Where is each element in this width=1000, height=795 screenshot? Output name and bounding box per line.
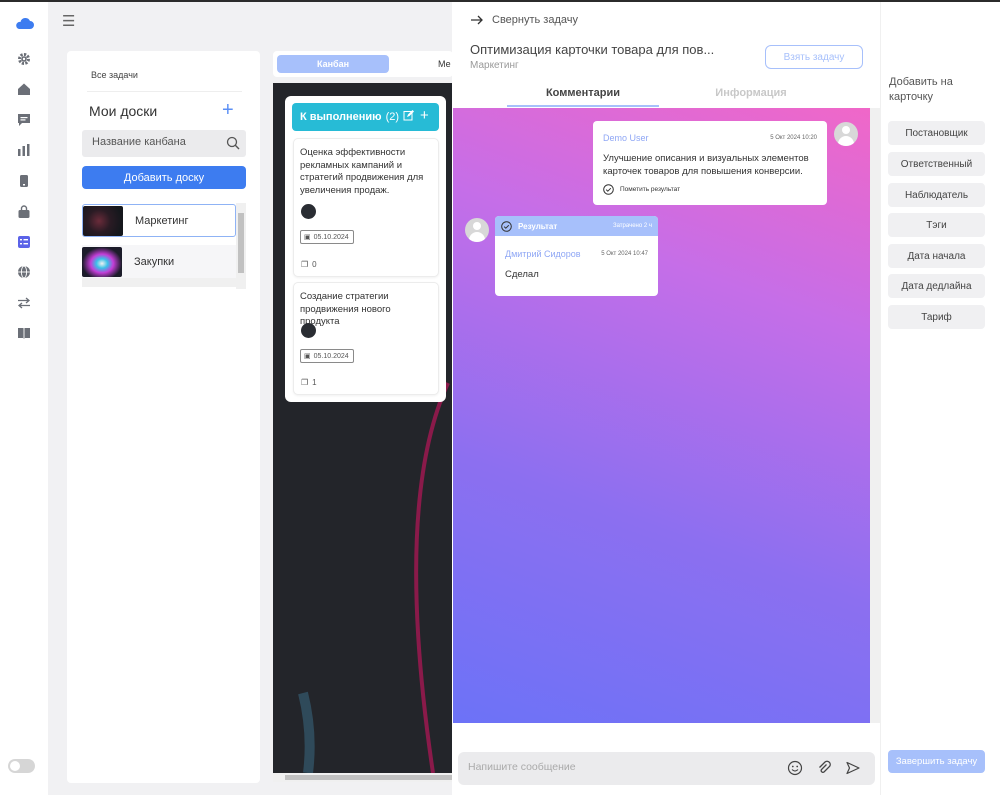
message-input[interactable]	[468, 761, 768, 773]
task-card[interactable]: Создание стратегии продвижения нового пр…	[293, 282, 439, 395]
board-item-label: Маркетинг	[135, 214, 189, 227]
card-date-text: 05.10.2024	[313, 233, 349, 241]
phone-icon[interactable]	[16, 173, 32, 189]
board-item-purchases[interactable]: Закупки	[82, 245, 236, 278]
time-spent: Затрачено 2 ч	[612, 223, 652, 229]
theme-toggle[interactable]	[8, 759, 35, 773]
card-comments: ❐ 0	[301, 260, 317, 269]
chart-icon[interactable]	[16, 142, 32, 158]
message-author: Demo User	[603, 133, 649, 143]
tab-info[interactable]: Информация	[675, 87, 827, 99]
icon-sidebar	[0, 2, 48, 795]
tab-other[interactable]: Ме	[438, 59, 451, 69]
result-label: Результат	[518, 221, 558, 231]
comment-message: Demo User 5 Окт 2024 10:20 Улучшение опи…	[593, 121, 827, 205]
attach-icon[interactable]	[816, 760, 832, 781]
board-search	[82, 130, 246, 157]
avatar	[301, 323, 316, 338]
board-item-label: Закупки	[134, 255, 175, 268]
cloud-logo-icon[interactable]	[14, 16, 34, 35]
tab-comments[interactable]: Комментарии	[507, 87, 659, 107]
deadline-button[interactable]: Дата дедлайна	[888, 274, 985, 298]
message-text: Сделал	[505, 269, 539, 280]
comments-count: 1	[312, 378, 317, 387]
boards-panel	[67, 51, 260, 783]
column-header: К выполнению (2) +	[292, 103, 439, 131]
book-icon[interactable]	[16, 325, 32, 341]
send-icon[interactable]	[845, 760, 861, 781]
exchange-icon[interactable]	[16, 295, 32, 311]
chat-icon[interactable]	[16, 112, 32, 128]
tariff-button[interactable]: Тариф	[888, 305, 985, 329]
card-date: ▣ 05.10.2024	[300, 230, 354, 244]
collapse-label: Свернуть задачу	[492, 14, 578, 26]
user-avatar	[834, 122, 858, 146]
comments-scrollbar[interactable]	[870, 108, 880, 723]
menu-icon[interactable]: ☰	[62, 12, 75, 30]
add-board-plus-icon[interactable]: +	[222, 100, 234, 120]
kanban-scrollbar[interactable]	[273, 773, 453, 782]
edit-icon[interactable]	[403, 110, 414, 124]
take-task-button[interactable]: Взять задачу	[765, 45, 863, 69]
board-thumbnail	[83, 205, 123, 236]
assigner-button[interactable]: Постановщик	[888, 121, 985, 145]
card-date: ▣ 05.10.2024	[300, 349, 354, 363]
boards-title: Мои доски	[89, 103, 158, 119]
message-time: 5 Окт 2024 10:20	[770, 135, 817, 141]
tab-kanban[interactable]: Канбан	[277, 55, 389, 73]
result-message: Результат Затрачено 2 ч Дмитрий Сидоров …	[495, 216, 658, 296]
add-to-card-title: Добавить на карточку	[889, 76, 953, 103]
board-item-marketing[interactable]: Маркетинг	[82, 204, 236, 237]
card-title: Создание стратегии продвижения нового пр…	[300, 291, 391, 327]
card-title: Оценка эффективности рекламных кампаний …	[300, 147, 424, 196]
board-thumbnail	[82, 246, 122, 277]
collapse-task-button[interactable]: Свернуть задачу	[471, 14, 578, 26]
card-date-text: 05.10.2024	[313, 352, 349, 360]
result-header: Результат Затрачено 2 ч	[495, 216, 658, 236]
card-comments: ❐ 1	[301, 378, 317, 387]
breadcrumb[interactable]: Все задачи	[91, 70, 138, 80]
add-card-icon[interactable]: +	[420, 107, 429, 124]
observer-button[interactable]: Наблюдатель	[888, 183, 985, 207]
task-title: Оптимизация карточки товара для пов...	[470, 42, 715, 57]
message-text: Улучшение описания и визуальных элементо…	[603, 153, 809, 177]
task-card[interactable]: Оценка эффективности рекламных кампаний …	[293, 138, 439, 277]
check-circle-icon	[603, 184, 614, 195]
comments-icon: ❐	[301, 260, 309, 269]
calendar-icon: ▣	[304, 353, 311, 360]
column-count: (2)	[385, 111, 400, 123]
column-title: К выполнению	[300, 111, 382, 123]
message-composer	[458, 752, 875, 785]
boards-horizontal-scrollbar[interactable]	[82, 278, 246, 287]
start-date-button[interactable]: Дата начала	[888, 244, 985, 268]
avatar	[301, 204, 316, 219]
arrow-right-icon	[471, 15, 483, 25]
board-search-input[interactable]	[92, 136, 217, 148]
finish-task-button[interactable]: Завершить задачу	[888, 750, 985, 773]
bag-icon[interactable]	[16, 204, 32, 220]
mark-result-label: Пометить результат	[620, 186, 681, 193]
responsible-button[interactable]: Ответственный	[888, 152, 985, 176]
search-icon[interactable]	[226, 136, 240, 155]
boards-scrollbar[interactable]	[236, 203, 246, 289]
divider	[87, 91, 242, 92]
gear-icon[interactable]	[16, 51, 32, 67]
check-circle-icon	[501, 220, 512, 232]
tasks-icon[interactable]	[16, 234, 32, 250]
calendar-icon: ▣	[304, 234, 311, 241]
message-time: 5 Окт 2024 10:47	[601, 251, 648, 257]
comments-icon: ❐	[301, 378, 309, 387]
tags-button[interactable]: Тэги	[888, 213, 985, 237]
globe-icon[interactable]	[16, 264, 32, 280]
emoji-icon[interactable]	[787, 760, 803, 781]
user-avatar	[465, 218, 489, 242]
task-board-name: Маркетинг	[470, 60, 519, 71]
home-icon[interactable]	[16, 81, 32, 97]
add-board-button[interactable]: Добавить доску	[82, 166, 246, 189]
comments-count: 0	[312, 260, 317, 269]
mark-result-button[interactable]: Пометить результат	[603, 184, 680, 195]
message-author: Дмитрий Сидоров	[505, 249, 581, 259]
